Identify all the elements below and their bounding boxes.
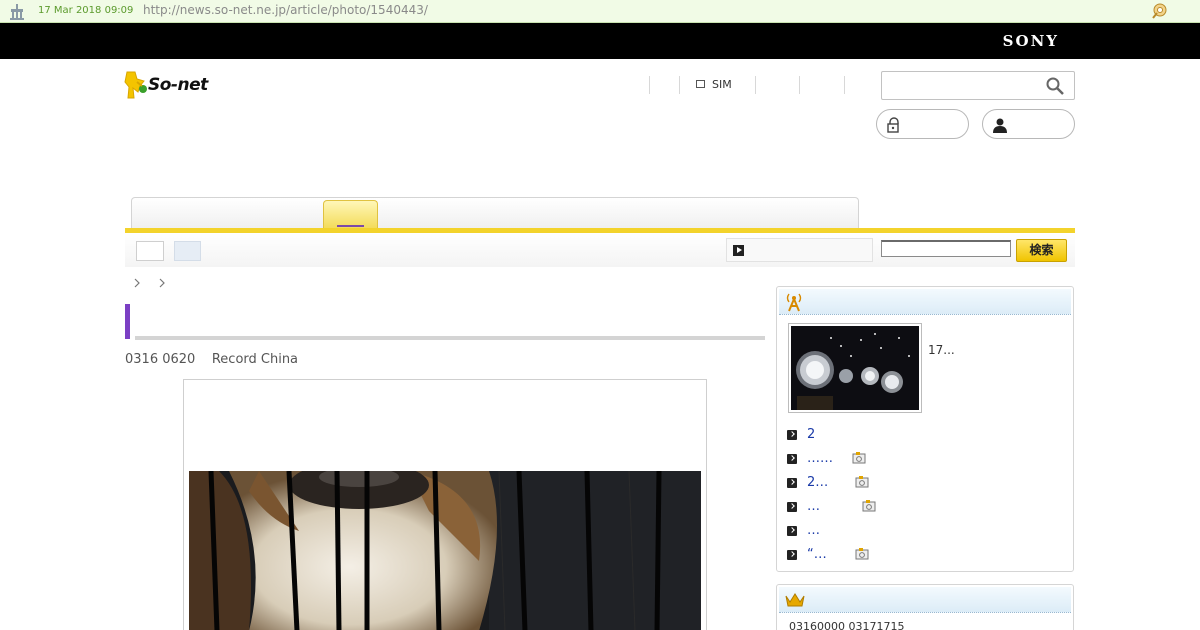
crown-icon — [785, 593, 805, 607]
category-tabs — [131, 197, 859, 230]
tab-active[interactable] — [323, 200, 378, 231]
news-search-input[interactable] — [881, 240, 1011, 257]
news-link[interactable]: … — [807, 499, 820, 514]
user-icon — [993, 118, 1007, 133]
archive-toolbar: 17 Mar 2018 09:09 http://news.so-net.ne.… — [0, 0, 1200, 23]
brand-bar: SONY — [0, 23, 1200, 59]
news-thumbnail[interactable] — [788, 323, 922, 413]
so-net-logo[interactable]: So-net — [124, 70, 224, 100]
ranking-period: 03160000 03171715 — [789, 620, 905, 630]
camera-icon — [855, 476, 869, 488]
antenna-icon — [786, 293, 802, 312]
camera-icon — [862, 500, 876, 512]
top-nav-item-1[interactable] — [649, 76, 679, 94]
article-date: 0316 0620 — [125, 352, 196, 367]
title-accent-bar — [125, 304, 130, 339]
tab-active-indicator — [337, 225, 364, 227]
arrow-bullet-icon — [787, 502, 797, 512]
play-icon — [733, 245, 744, 256]
camera-icon — [855, 548, 869, 560]
list-item: “… — [787, 546, 1067, 570]
search-input[interactable] — [886, 76, 1036, 96]
so-net-mark-icon — [124, 71, 147, 99]
capture-date: 17 Mar 2018 09:09 — [38, 5, 134, 16]
logo-text: So-net — [148, 75, 208, 95]
top-nav: SIM — [649, 76, 845, 94]
arrow-bullet-icon — [787, 526, 797, 536]
wayback-icon[interactable] — [8, 3, 26, 20]
ranking-panel-header — [779, 587, 1071, 613]
sony-logo[interactable]: SONY — [1003, 32, 1059, 50]
article-photo[interactable] — [189, 471, 701, 630]
arrow-bullet-icon — [787, 430, 797, 440]
sub-nav-button-2[interactable] — [174, 241, 201, 261]
news-link[interactable]: 2… — [807, 475, 828, 490]
site-search — [881, 71, 1075, 100]
video-link[interactable] — [726, 238, 873, 262]
arrow-bullet-icon — [787, 454, 797, 464]
list-item: … — [787, 498, 1067, 522]
search-icon[interactable] — [1045, 77, 1065, 95]
thumbnail-image — [791, 326, 919, 410]
dog-in-cage-image — [189, 471, 701, 630]
page-url[interactable]: http://news.so-net.ne.jp/article/photo/1… — [143, 3, 428, 17]
list-item: 2 — [787, 426, 1067, 450]
breadcrumb-chevron-icon — [159, 278, 165, 288]
camera-icon — [852, 452, 866, 464]
list-item: … — [787, 522, 1067, 546]
thumbnail-caption[interactable]: 17... — [928, 343, 955, 357]
news-panel-header — [779, 289, 1071, 315]
archive-tool-icon[interactable] — [1149, 2, 1169, 20]
lock-icon — [887, 117, 899, 133]
list-item: 2… — [787, 474, 1067, 498]
arrow-bullet-icon — [787, 550, 797, 560]
news-link[interactable]: 2 — [807, 427, 815, 442]
title-underline — [135, 336, 765, 340]
top-nav-item-4[interactable] — [799, 76, 845, 94]
top-nav-item-3[interactable] — [755, 76, 799, 94]
news-link[interactable]: … — [807, 523, 820, 538]
news-link[interactable]: “… — [807, 547, 827, 562]
news-link[interactable]: …… — [807, 451, 833, 466]
sim-icon — [696, 80, 705, 88]
arrow-bullet-icon — [787, 478, 797, 488]
list-item: …… — [787, 450, 1067, 474]
sub-nav-button-1[interactable] — [136, 241, 164, 261]
member-button[interactable] — [982, 109, 1075, 139]
article-source: Record China — [211, 352, 299, 367]
news-list: 2 …… 2… … … “… — [787, 426, 1067, 570]
breadcrumb-chevron-icon — [134, 278, 140, 288]
login-button[interactable] — [876, 109, 969, 139]
article-meta: 0316 0620 Record China — [125, 352, 298, 367]
top-nav-item-sim[interactable]: SIM — [679, 76, 755, 94]
news-search-button[interactable]: 検索 — [1016, 239, 1067, 262]
